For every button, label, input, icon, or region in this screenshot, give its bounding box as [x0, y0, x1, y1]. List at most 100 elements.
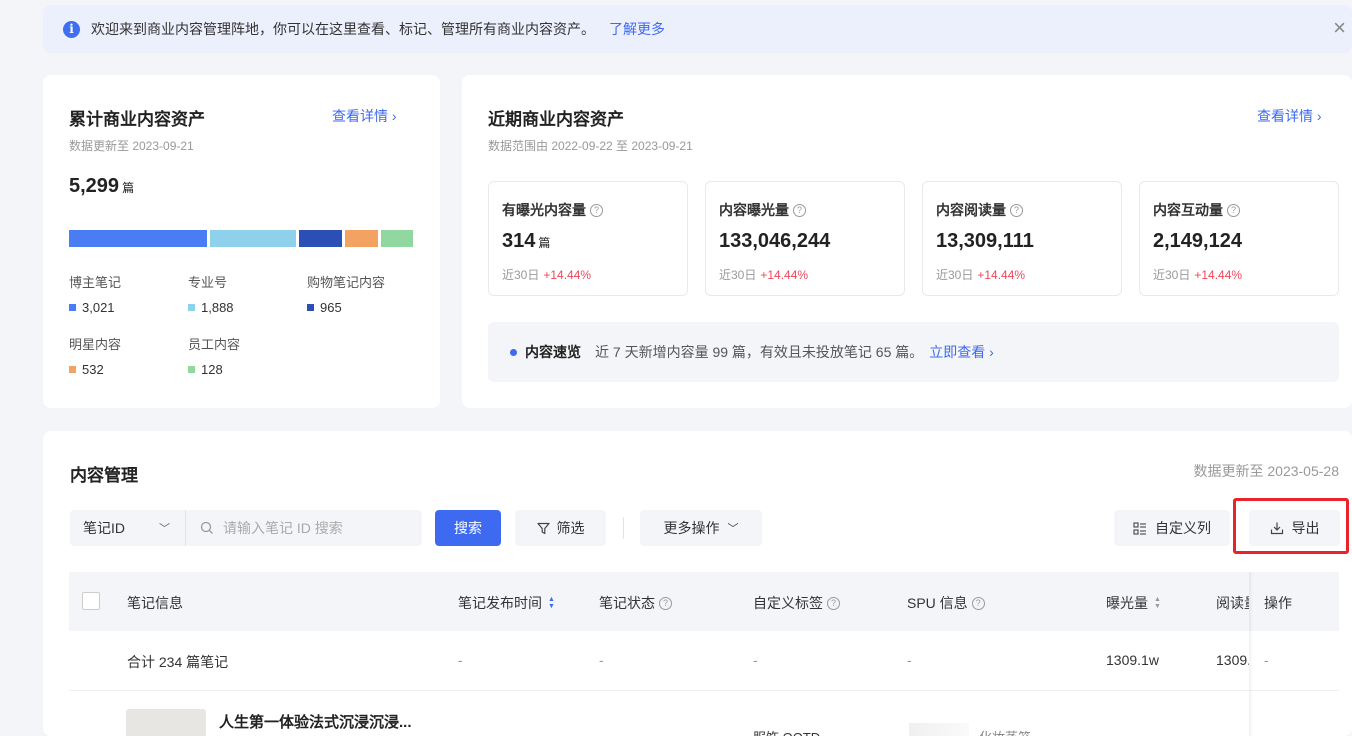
summary-cell: - [458, 652, 463, 668]
learn-more-link[interactable]: 了解更多 [609, 19, 665, 39]
summary-cell: - [907, 652, 912, 668]
cumulative-updated: 数据更新至 2023-09-21 [69, 139, 194, 153]
metric-change: +14.44% [543, 268, 592, 282]
col-label: 笔记发布时间 [458, 595, 542, 611]
recent-detail-link[interactable]: 查看详情 › [1257, 106, 1322, 126]
col-header: 操作 [1264, 593, 1292, 613]
col-label: 阅读量 [1216, 595, 1249, 611]
filter-label: 筛选 [556, 520, 585, 536]
summary-cell: - [753, 652, 758, 668]
note-title[interactable]: 人生第一体验法式沉浸沉浸... [219, 711, 412, 732]
summary-cell: 1309.1w [1216, 652, 1249, 668]
quickview-title: 内容速览 [525, 344, 581, 360]
close-icon[interactable]: × [1333, 17, 1346, 39]
search-placeholder: 请输入笔记 ID 搜索 [223, 520, 343, 536]
col-label: 操作 [1264, 595, 1292, 611]
legend-item: 明星内容 532 [69, 334, 179, 377]
metric-unit: 篇 [538, 236, 551, 250]
cumulative-total: 5,299 篇 [69, 175, 134, 198]
search-type-value: 笔记ID [83, 520, 125, 536]
more-actions-label: 更多操作 [663, 520, 720, 536]
custom-columns-label: 自定义列 [1155, 520, 1211, 536]
search-icon [200, 521, 213, 534]
custom-columns-button[interactable]: 自定义列 [1114, 510, 1230, 546]
legend-name: 博主笔记 [69, 275, 122, 290]
help-icon[interactable]: ? [1227, 203, 1240, 217]
col-label: 自定义标签 [753, 595, 823, 611]
metric-value: 314 [502, 230, 536, 252]
search-button[interactable]: 搜索 [435, 510, 501, 546]
col-label: 笔记状态 [599, 595, 655, 611]
help-icon[interactable]: ? [793, 203, 806, 217]
metric-period: 近30日 [502, 268, 540, 282]
metric-period: 近30日 [936, 268, 974, 282]
summary-cell: - [599, 652, 604, 668]
col-header[interactable]: 笔记发布时间 ▲ ▼ [458, 593, 555, 613]
metric-label: 内容曝光量 [719, 202, 789, 218]
col-label: 笔记信息 [127, 595, 183, 611]
spu-name: 化妆蒸笼 [979, 727, 1031, 736]
help-icon[interactable]: ? [971, 596, 985, 610]
distribution-segment [380, 230, 413, 247]
section-title: 内容管理 [70, 466, 138, 485]
col-label: 曝光量 [1106, 595, 1148, 611]
cumulative-detail-link[interactable]: 查看详情 › [332, 106, 397, 126]
legend-swatch [307, 304, 314, 311]
view-now-link[interactable]: 立即查看 › [929, 342, 994, 362]
legend-value: 965 [320, 300, 342, 315]
asset-distribution-bar [69, 230, 413, 247]
chevron-down-icon: ﹀ [159, 523, 170, 535]
total-unit: 篇 [122, 181, 135, 195]
content-management-card: 内容管理 数据更新至 2023-05-28 笔记ID ﹀ 请输入笔记 ID 搜索… [43, 431, 1352, 736]
table-row: 人生第一体验法式沉浸沉浸... 服饰 OOTD 化妆蒸笼 [69, 693, 1339, 736]
spu-thumbnail [909, 723, 969, 736]
distribution-segment [69, 230, 207, 247]
legend-value: 128 [201, 362, 223, 377]
legend-swatch [188, 304, 195, 311]
summary-row: 合计 234 篇笔记 - - - - 1309.1w 1309.1w - [69, 631, 1339, 691]
col-header: 阅读量 [1216, 593, 1249, 613]
more-actions-button[interactable]: 更多操作 ﹀ [640, 510, 762, 546]
metric-card: 内容曝光量? 133,046,244 近30日 +14.44% [705, 181, 905, 296]
search-type-select[interactable]: 笔记ID ﹀ [70, 510, 185, 546]
summary-cell: 合计 234 篇笔记 [127, 654, 229, 670]
help-icon[interactable]: ? [1010, 203, 1023, 217]
help-icon[interactable]: ? [659, 596, 672, 610]
metric-card: 内容互动量? 2,149,124 近30日 +14.44% [1139, 181, 1339, 296]
col-header: 自定义标签? [753, 593, 840, 613]
note-thumbnail[interactable] [126, 709, 206, 736]
legend-swatch [188, 366, 195, 373]
legend-swatch [69, 366, 76, 373]
cumulative-assets-card: 累计商业内容资产 查看详情 › 数据更新至 2023-09-21 5,299 篇 … [43, 75, 440, 408]
col-header: 笔记状态? [599, 593, 672, 613]
distribution-segment [345, 230, 378, 247]
quickview-text: 近 7 天新增内容量 99 篇，有效且未投放笔记 65 篇。 [595, 344, 924, 360]
metric-period: 近30日 [719, 268, 757, 282]
recent-title: 近期商业内容资产 [488, 110, 624, 129]
help-icon[interactable]: ? [827, 596, 840, 610]
metric-change: +14.44% [977, 268, 1026, 282]
metric-card: 有曝光内容量? 314 篇 近30日 +14.44% [488, 181, 688, 296]
chevron-down-icon: ﹀ [727, 523, 739, 535]
legend-value: 3,021 [82, 300, 115, 315]
legend-name: 购物笔记内容 [307, 275, 386, 290]
help-icon[interactable]: ? [590, 203, 603, 217]
legend-value: 1,888 [201, 300, 234, 315]
metric-label: 内容互动量 [1153, 202, 1223, 218]
export-highlight-box [1233, 498, 1349, 554]
filter-icon [536, 522, 550, 534]
col-header[interactable]: 曝光量 ▲ ▼ [1106, 593, 1161, 613]
sort-icon[interactable]: ▲ ▼ [1154, 596, 1161, 610]
sort-icon[interactable]: ▲ ▼ [548, 596, 555, 610]
col-header: 笔记信息 [127, 593, 183, 613]
col-label: SPU 信息 [907, 595, 968, 611]
legend-item: 专业号 1,888 [188, 272, 298, 315]
metric-label: 有曝光内容量 [502, 202, 586, 218]
col-header: SPU 信息? [907, 593, 985, 613]
search-input[interactable]: 请输入笔记 ID 搜索 [185, 510, 422, 546]
table-header: 笔记信息 笔记发布时间 ▲ ▼ 笔记状态? 自定义标签? SPU 信息? 曝光量 ▲ ▼… [69, 572, 1339, 631]
quickview-bar: 内容速览 近 7 天新增内容量 99 篇，有效且未投放笔记 65 篇。 立即查看… [488, 322, 1339, 382]
select-all-checkbox[interactable] [82, 592, 100, 610]
filter-button[interactable]: 筛选 [515, 510, 606, 546]
recent-range: 数据范围由 2022-09-22 至 2023-09-21 [488, 139, 693, 153]
